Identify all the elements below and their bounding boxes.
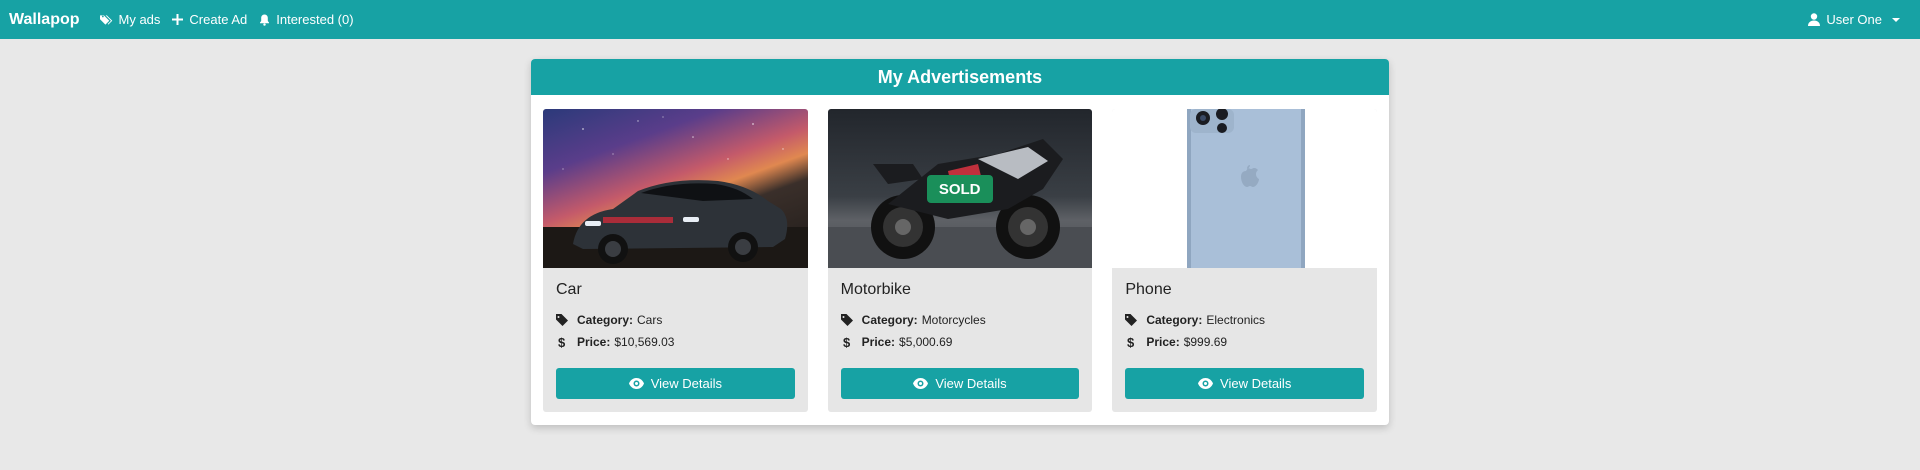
ad-category: Category: Cars <box>556 313 795 327</box>
panel-title: My Advertisements <box>531 59 1389 95</box>
dollar-icon: $ <box>558 336 566 348</box>
price-value: $999.69 <box>1183 335 1228 349</box>
category-value: Electronics <box>1206 313 1266 327</box>
tags-icon <box>99 14 112 25</box>
nav-interested-label: Interested (0) <box>276 12 354 27</box>
svg-text:$: $ <box>558 336 566 348</box>
car-illustration <box>543 116 808 268</box>
price-label: Price: <box>1146 335 1180 349</box>
ad-category: Category: Motorcycles <box>840 313 1080 327</box>
eye-icon <box>628 378 644 389</box>
dollar-icon: $ <box>843 336 851 348</box>
nav-create-ad[interactable]: Create Ad <box>172 12 247 27</box>
eye-icon <box>1198 378 1214 389</box>
nav-my-ads-label: My ads <box>118 12 161 27</box>
top-navbar: Wallapop My ads Create Ad Interested (0)… <box>0 0 1920 39</box>
svg-text:$: $ <box>843 336 851 348</box>
view-details-label: View Details <box>1220 376 1292 391</box>
ads-card-list: Car Category: Cars $ Price: $10,569.03 V… <box>543 109 1378 412</box>
eye-icon <box>913 378 929 389</box>
car-image <box>543 109 808 268</box>
phone-image <box>1112 109 1378 268</box>
view-details-label: View Details <box>935 376 1007 391</box>
nav-create-ad-label: Create Ad <box>189 12 248 27</box>
ad-title: Motorbike <box>840 281 911 298</box>
tag-icon <box>1125 314 1138 326</box>
user-menu-dropdown[interactable]: User One <box>1808 0 1900 39</box>
view-details-button[interactable]: View Details <box>1125 368 1365 399</box>
view-details-button[interactable]: View Details <box>840 368 1080 399</box>
brand-logo[interactable]: Wallapop <box>9 11 80 29</box>
view-details-button[interactable]: View Details <box>556 368 795 399</box>
ad-card-phone: Phone Category: Electronics $ Price: $99… <box>1112 109 1378 412</box>
nav-interested[interactable]: Interested (0) <box>259 12 354 27</box>
bell-icon <box>260 14 270 26</box>
dollar-icon: $ <box>1127 336 1135 348</box>
view-details-label: View Details <box>650 376 722 391</box>
user-name: User One <box>1826 12 1882 27</box>
category-label: Category: <box>861 313 918 327</box>
phone-illustration <box>1187 109 1306 268</box>
motorbike-image: SOLD <box>827 109 1093 268</box>
ad-category: Category: Electronics <box>1125 313 1364 327</box>
category-value: Motorcycles <box>921 313 986 327</box>
plus-icon <box>172 14 184 25</box>
price-value: $10,569.03 <box>614 335 675 349</box>
price-label: Price: <box>861 335 896 349</box>
user-icon <box>1808 13 1821 26</box>
tag-icon <box>556 314 568 326</box>
price-value: $5,000.69 <box>899 335 953 349</box>
my-ads-panel: My Advertisements Car Category: Cars $ P… <box>531 59 1389 425</box>
nav-my-ads[interactable]: My ads <box>99 12 161 27</box>
ad-price: $ Price: $10,569.03 <box>556 335 795 349</box>
caret-down-icon <box>1892 17 1900 22</box>
sold-badge: SOLD <box>926 175 993 203</box>
ad-card-car: Car Category: Cars $ Price: $10,569.03 V… <box>543 109 808 412</box>
tag-icon <box>840 314 853 326</box>
ad-price: $ Price: $999.69 <box>1125 335 1364 349</box>
price-label: Price: <box>577 335 611 349</box>
ad-card-motorbike: SOLD Motorbike Category: Motorcycles $ P… <box>827 109 1093 412</box>
ad-price: $ Price: $5,000.69 <box>841 335 1080 349</box>
ad-title: Phone <box>1125 281 1172 298</box>
category-label: Category: <box>1146 313 1203 327</box>
category-value: Cars <box>637 313 663 327</box>
svg-text:$: $ <box>1127 336 1135 348</box>
ad-title: Car <box>556 281 582 298</box>
category-label: Category: <box>577 313 634 327</box>
